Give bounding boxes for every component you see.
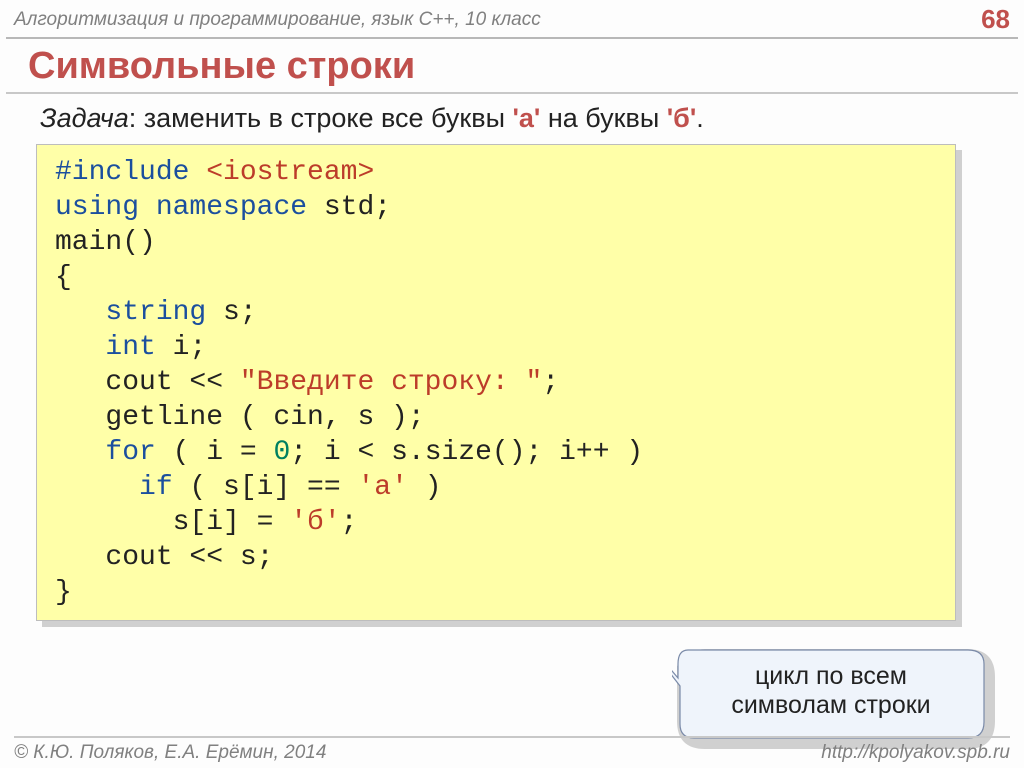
callout-line1: цикл по всем: [755, 662, 907, 690]
code-box: #include <iostream> using namespace std;…: [36, 144, 956, 621]
slide-title: Символьные строки: [0, 39, 1024, 92]
code-block: #include <iostream> using namespace std;…: [36, 144, 956, 621]
task-part3: .: [696, 103, 704, 133]
tok-s: s;: [206, 297, 256, 328]
course-title: Алгоритмизация и программирование, язык …: [14, 9, 541, 31]
tok-int: int: [105, 332, 155, 363]
task-label: Задача: [40, 103, 129, 133]
callout-text: цикл по всем символам строки: [672, 662, 990, 720]
task-text: Задача: заменить в строке все буквы 'а' …: [0, 100, 1024, 144]
tok-str-prompt: "Введите строку: ": [240, 367, 542, 398]
ind5: [55, 297, 105, 328]
code-line-11a: s[i] =: [55, 507, 290, 538]
code-line-3: main(): [55, 227, 156, 258]
tok-char-b: 'б': [290, 507, 340, 538]
task-part1: : заменить в строке все буквы: [129, 103, 513, 133]
tok-i: i;: [156, 332, 206, 363]
code-line-9b: ; i < s.size(); i++ ): [290, 437, 643, 468]
tok-char-a: 'а': [357, 472, 407, 503]
code-line-9a: ( i =: [156, 437, 274, 468]
tok-zero: 0: [273, 437, 290, 468]
code-line-10b: ): [408, 472, 442, 503]
code-line-4: {: [55, 262, 72, 293]
callout-line2: символам строки: [731, 691, 930, 719]
code-line-7b: ;: [542, 367, 559, 398]
divider-bottom: [14, 736, 1010, 738]
code-line-13: }: [55, 577, 72, 608]
code-line-8: getline ( cin, s );: [55, 402, 425, 433]
ind10: [55, 472, 139, 503]
callout-bubble: цикл по всем символам строки: [672, 644, 990, 744]
tok-for: for: [105, 437, 155, 468]
footer: © К.Ю. Поляков, Е.А. Ерёмин, 2014 http:/…: [0, 736, 1024, 764]
callout: цикл по всем символам строки: [672, 644, 990, 744]
task-lit-b: 'б': [667, 103, 697, 133]
tok-std: std;: [324, 192, 391, 223]
tok-iostream: <iostream>: [206, 157, 374, 188]
header-bar: Алгоритмизация и программирование, язык …: [0, 0, 1024, 37]
code-line-10a: ( s[i] ==: [173, 472, 358, 503]
tok-string: string: [105, 297, 206, 328]
tok-using: using: [55, 192, 156, 223]
ind6: [55, 332, 105, 363]
tok-include: #include: [55, 157, 206, 188]
task-part2: на буквы: [540, 103, 666, 133]
page-number: 68: [981, 4, 1010, 35]
ind9: [55, 437, 105, 468]
code-line-7a: cout <<: [55, 367, 240, 398]
copyright: © К.Ю. Поляков, Е.А. Ерёмин, 2014: [14, 742, 326, 764]
code-line-11b: ;: [341, 507, 358, 538]
tok-if: if: [139, 472, 173, 503]
footer-url: http://kpolyakov.spb.ru: [821, 742, 1010, 764]
tok-namespace: namespace: [156, 192, 324, 223]
code-line-12: cout << s;: [55, 542, 273, 573]
task-lit-a: 'а': [513, 103, 541, 133]
divider-title: [6, 92, 1018, 94]
